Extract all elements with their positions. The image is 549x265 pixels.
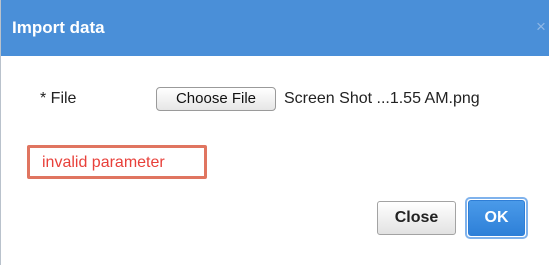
ok-button[interactable]: OK: [468, 200, 525, 236]
file-field-label: * File: [40, 90, 77, 107]
close-icon[interactable]: ×: [534, 18, 548, 36]
selected-file-name: Screen Shot ...1.55 AM.png: [284, 90, 480, 107]
dialog-title: Import data: [12, 18, 105, 37]
error-message: invalid parameter: [42, 154, 165, 171]
close-button[interactable]: Close: [377, 201, 456, 235]
error-highlight-box: invalid parameter: [27, 145, 207, 179]
import-data-dialog: Import data × * File Choose File Screen …: [0, 0, 549, 265]
dialog-titlebar: Import data ×: [1, 0, 549, 56]
choose-file-button[interactable]: Choose File: [156, 87, 276, 111]
